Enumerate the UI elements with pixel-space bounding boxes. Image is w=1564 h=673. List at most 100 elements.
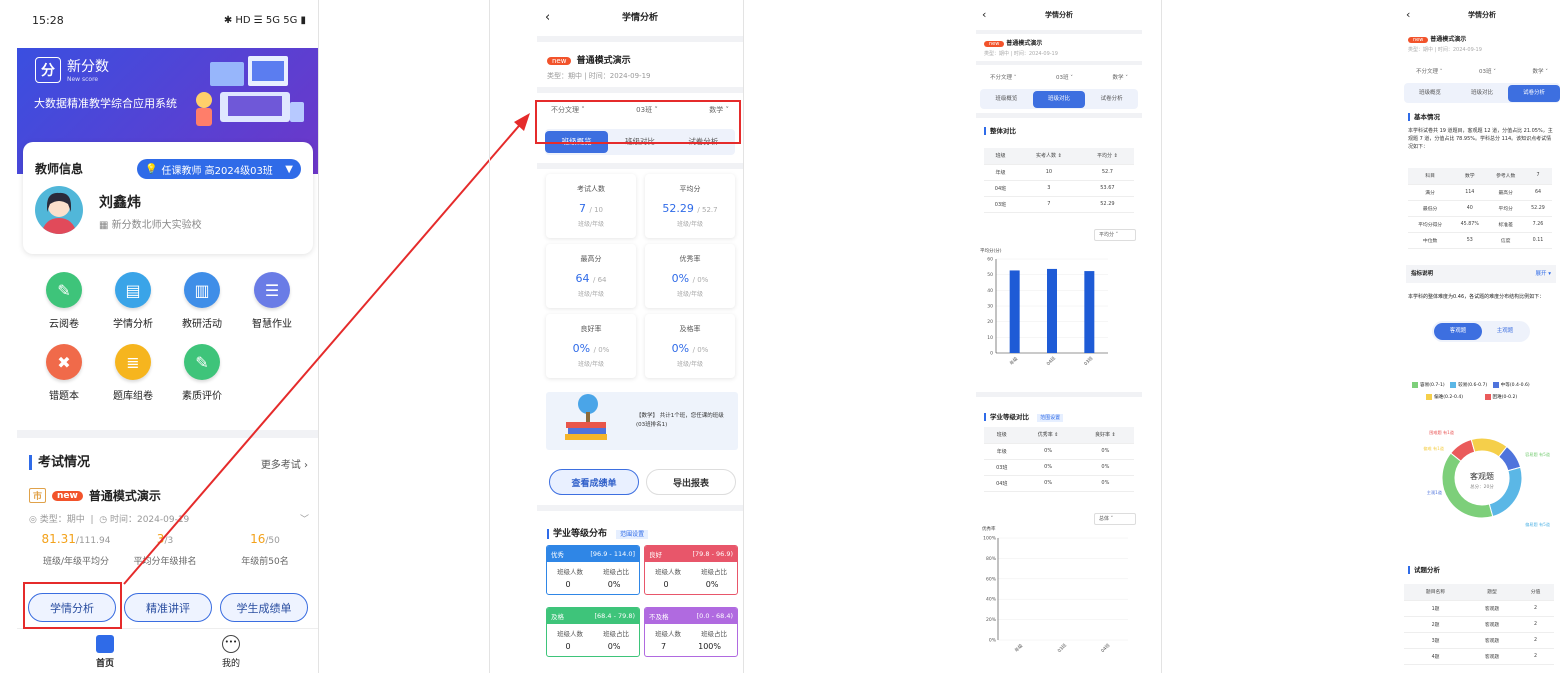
- nav-header: ‹ 学情分析: [1400, 0, 1564, 30]
- x-tick-label: 04班: [1045, 354, 1058, 367]
- toggle-subjective[interactable]: 主观题: [1482, 323, 1528, 340]
- highlight-tabs-box: [535, 100, 741, 144]
- tab-class-compare[interactable]: 班级对比: [1456, 85, 1508, 102]
- table-row: 平均分得分 45.87% 标准差 7.26: [1408, 216, 1552, 233]
- level-pass: 及格 [68.4 - 79.8) 班级人数 班级占比 0 0%: [546, 607, 640, 657]
- nav-header: ‹ 学情分析: [976, 0, 1142, 30]
- table-row: 年级 0% 0%: [984, 443, 1134, 460]
- table-row: 最低分 40 平均分 52.29: [1408, 200, 1552, 217]
- level-header: 学业等级分布 范围设置: [547, 521, 649, 540]
- range-setting-link[interactable]: 范围设置: [1037, 414, 1064, 422]
- divider: [976, 392, 1142, 397]
- basic-info-text: 本学科试卷共 19 道题目，客观题 12 道，分值占比 21.05%，主观题 7…: [1408, 128, 1553, 150]
- donut-label: 困难题 有1道: [1429, 429, 1455, 436]
- metric-select[interactable]: 平均分 ˅: [1094, 229, 1136, 241]
- card-excellent-rate: 优秀率 0% / 0% 班级/年级: [645, 244, 735, 308]
- filter-subject[interactable]: 数学 ˅: [1112, 73, 1128, 81]
- y-tick-label: 50: [987, 272, 993, 278]
- donut-label: 偏易题 有5道: [1525, 521, 1551, 528]
- filter-bar: 不分文理 ˅ 03班 ˅ 数学 ˅: [976, 73, 1142, 81]
- pointer-arrow: [123, 113, 530, 585]
- item-analysis-title: 试题分析: [1408, 566, 1440, 574]
- basic-info-title: 基本情况: [1408, 113, 1556, 121]
- view-report-button[interactable]: 查看成绩单: [549, 469, 639, 495]
- books-globe-icon: [565, 394, 607, 440]
- card-good-rate: 良好率 0% / 0% 班级/年级: [546, 314, 636, 378]
- tab-paper-analysis[interactable]: 试卷分析: [1085, 91, 1138, 108]
- difficulty-text: 本学科的整体难度为0.46，各试题的难度分布结构比例如下：: [1408, 294, 1545, 300]
- bar: [1084, 271, 1095, 353]
- divider: [537, 87, 743, 93]
- card-average: 平均分 52.29 / 52.7 班级/年级: [645, 174, 735, 238]
- divider-line: [489, 0, 490, 673]
- exam-header: new 普通模式演示 类型：期中 | 时间：2024-09-19: [984, 40, 1058, 57]
- back-icon[interactable]: ‹: [545, 0, 550, 36]
- table-row: 科目 数学 参考人数 7: [1408, 168, 1552, 185]
- difficulty-legend: 容易(0.7-1) 较易(0.6-0.7) 中等(0.4-0.6) 偏难(0.2…: [1412, 380, 1560, 404]
- divider: [976, 61, 1142, 65]
- divider: [537, 163, 743, 169]
- back-icon[interactable]: ‹: [982, 0, 986, 30]
- donut-center-label: 客观题: [1470, 471, 1494, 481]
- y-axis-label: 平均分(分): [980, 247, 1002, 254]
- x-tick-label: 年级: [1008, 355, 1020, 367]
- expand-link: 展开 ▾: [1535, 271, 1551, 277]
- filter-subject[interactable]: 数学 ˅: [1532, 67, 1548, 75]
- type-toggle: 客观题 主观题: [1432, 321, 1530, 342]
- table-row: 04班 3 53.67: [984, 180, 1134, 197]
- divider: [976, 113, 1142, 118]
- table-row: 2题 客观题 2: [1404, 616, 1554, 633]
- table-row: 03班 7 52.29: [984, 196, 1134, 213]
- filter-track[interactable]: 不分文理 ˅: [990, 73, 1017, 81]
- toggle-objective[interactable]: 客观题: [1434, 323, 1482, 340]
- y-tick-label: 10: [987, 335, 993, 341]
- y-tick-label: 20: [987, 319, 993, 325]
- table-row: 年级 10 52.7: [984, 164, 1134, 181]
- filter-track[interactable]: 不分文理 ˅: [1416, 67, 1443, 75]
- divider-line: [743, 0, 744, 673]
- y-tick-label: 0: [990, 351, 993, 357]
- level-excellent: 优秀 [96.9 - 114.0] 班级人数 班级占比 0 0%: [546, 545, 640, 595]
- card-exam-count: 考试人数 7 / 10 班级/年级: [546, 174, 636, 238]
- table-row: 满分 114 最高分 64: [1408, 184, 1552, 201]
- table-row: 3题 客观题 2: [1404, 632, 1554, 649]
- exam-header: new 普通模式演示 类型：期中 | 时间：2024-09-19: [537, 42, 743, 87]
- tab-class-overview[interactable]: 班级概览: [1404, 85, 1456, 102]
- filter-class[interactable]: 03班 ˅: [1479, 67, 1496, 75]
- basic-table: 科目 数学 参考人数 7 满分 114 最高分 64 最低分 40 平均分 52.29 平均分得分…: [1408, 168, 1552, 249]
- divider: [537, 505, 743, 511]
- bar: [1047, 268, 1057, 353]
- table-row: 1题 客观题 2: [1404, 600, 1554, 617]
- notice-banner: 【数学】 共计1个班，您任课的班级 (03班排名1): [546, 392, 738, 450]
- y-tick-label: 40: [987, 288, 993, 294]
- page-title: 学情分析: [621, 13, 658, 23]
- difficulty-donut-chart: 客观题总分：20分 困难题 有1道偏难 有1道容易题 有5道主观1道偏易题 有5道: [1423, 429, 1551, 528]
- table-row: 03班 0% 0%: [984, 459, 1134, 476]
- range-setting-link[interactable]: 范围设置: [616, 530, 649, 539]
- level-table: 班级 优秀率 ⇕ 良好率 ⇕ 年级 0% 0% 03班 0% 0% 04班 0% 0%: [984, 427, 1134, 492]
- tab-paper-analysis[interactable]: 试卷分析: [1508, 84, 1560, 102]
- exam-meta: 类型：期中 | 时间：2024-09-19: [547, 72, 651, 80]
- export-button[interactable]: 导出报表: [646, 469, 736, 495]
- x-tick-label: 03班: [1056, 641, 1069, 654]
- donut-center-sub: 总分：20分: [1470, 483, 1494, 490]
- donut-label: 容易题 有5道: [1525, 451, 1551, 458]
- back-icon[interactable]: ‹: [1406, 0, 1410, 30]
- divider-line: [1161, 0, 1162, 673]
- x-tick-label: 年级: [1013, 642, 1025, 654]
- indicator-row[interactable]: 指标说明 展开 ▾: [1406, 265, 1556, 283]
- tab-class-compare[interactable]: 班级对比: [1032, 90, 1086, 108]
- filter-class[interactable]: 03班 ˅: [1056, 73, 1073, 81]
- y-tick-label: 60%: [986, 576, 997, 582]
- paper-screen: ‹ 学情分析 new 普通模式演示 类型：期中 | 时间：2024-09-19 …: [1400, 0, 1564, 673]
- level-compare-header: 学业等级对比 范围设置: [984, 404, 1064, 423]
- overall-table: 班级 实考人数 ⇕ 平均分 ⇕ 年级 10 52.7 04班 3 53.67 03班 7 52.…: [984, 148, 1134, 213]
- rate-line-chart: 优秀率 0% 20% 40% 60% 80% 100% 年级 03班 04班: [982, 525, 1128, 654]
- new-badge: new: [547, 57, 572, 65]
- table-row: 04班 0% 0%: [984, 475, 1134, 492]
- y-axis-label: 优秀率: [982, 525, 996, 532]
- tab-class-overview[interactable]: 班级概览: [980, 91, 1033, 108]
- analysis-tabs: 班级概览 班级对比 试卷分析: [1404, 83, 1560, 103]
- donut-label: 主观1道: [1427, 489, 1443, 496]
- donut-slice: [1488, 466, 1523, 518]
